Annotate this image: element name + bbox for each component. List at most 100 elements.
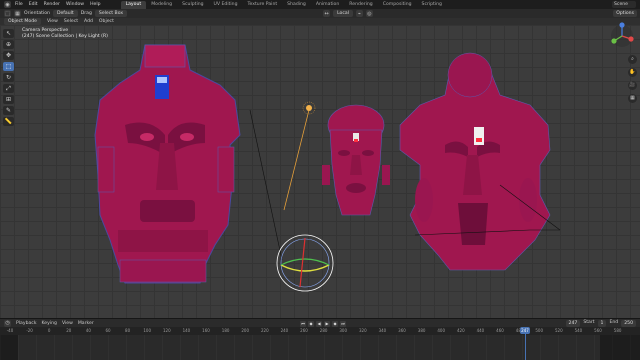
left-toolbar: ↖ ⊕ ✥ ⬚ ↻ ⤢ ⊞ ✎ 📏 <box>3 29 14 126</box>
tab-animation[interactable]: Animation <box>311 1 344 9</box>
main-menu: File Edit Render Window Help <box>15 2 101 7</box>
timeline-tick-label: 260 <box>300 328 308 333</box>
timeline-menu-keying[interactable]: Keying <box>42 321 57 326</box>
options-button[interactable]: Options <box>613 10 637 17</box>
scene-collection-label: (247) Scene Collection | Key Light (R) <box>22 34 108 39</box>
menu-help[interactable]: Help <box>90 2 100 7</box>
timeline-tick-label: 60 <box>105 328 111 333</box>
timeline-menu-view[interactable]: View <box>62 321 73 326</box>
next-key-icon[interactable]: ◆ <box>332 320 338 327</box>
grid-view-icon[interactable]: ▦ <box>628 94 637 103</box>
header-menu-add[interactable]: Add <box>84 19 93 24</box>
timeline-tick-label: 0 <box>47 328 51 333</box>
tab-rendering[interactable]: Rendering <box>344 1 377 9</box>
workspace-tabs: Layout Modeling Sculpting UV Editing Tex… <box>120 0 447 9</box>
menu-edit[interactable]: Edit <box>29 2 38 7</box>
scale-tool-icon[interactable]: ⤢ <box>3 84 14 93</box>
move-tool-icon[interactable]: ✥ <box>3 51 14 60</box>
play-icon[interactable]: ▶ <box>324 320 330 327</box>
timeline-tick-label: 40 <box>85 328 91 333</box>
timeline-tick-label: -40 <box>6 328 14 333</box>
timeline-tick-label: 580 <box>613 328 622 333</box>
drag-dropdown[interactable]: Select Box <box>94 10 128 17</box>
menu-render[interactable]: Render <box>44 2 60 7</box>
current-frame-indicator[interactable]: 247 <box>520 327 530 334</box>
cursor-tool-icon[interactable]: ↖ <box>3 29 14 38</box>
camera-view-icon[interactable]: 🎥 <box>628 81 637 90</box>
header-menu-select[interactable]: Select <box>64 19 78 24</box>
select-box-tool-icon[interactable]: ⬚ <box>3 62 14 71</box>
viewport-header: Object Mode View Select Add Object <box>0 18 640 25</box>
object-mode-dropdown[interactable]: Object Mode <box>4 18 41 25</box>
timeline-tick-label: 240 <box>280 328 289 333</box>
annotate-tool-icon[interactable]: ✎ <box>3 106 14 115</box>
tab-scripting[interactable]: Scripting <box>417 1 447 9</box>
tribal-mask-middle[interactable] <box>322 104 390 216</box>
header-menu-object[interactable]: Object <box>99 19 114 24</box>
timeline-tick-label: 160 <box>202 328 210 333</box>
mode-icon[interactable]: ▦ <box>14 10 21 17</box>
frame-fields: 247 Start 1 End 250 <box>565 320 636 327</box>
timeline-header: ◷ Playback Keying View Marker ⏮ ◆ ◀ ▶ ◆ … <box>0 318 640 327</box>
timeline-tick-label: 80 <box>125 328 131 333</box>
timeline-tick-label: 420 <box>456 328 465 333</box>
timeline-tick-label: 280 <box>319 328 328 333</box>
timeline-tick-label: 440 <box>476 328 485 333</box>
select-tool-icon[interactable]: ⬚ <box>4 10 11 17</box>
measure-tool-icon[interactable]: 📏 <box>3 117 14 126</box>
transform-icon[interactable]: ↔ <box>323 10 331 17</box>
timeline-tick-label: 400 <box>437 328 446 333</box>
tab-sculpting[interactable]: Sculpting <box>177 1 208 9</box>
timeline-tick-label: 520 <box>554 328 563 333</box>
navigation-gizmo[interactable] <box>609 22 635 50</box>
menu-window[interactable]: Window <box>66 2 84 7</box>
zoom-icon[interactable]: ⌕ <box>628 55 637 64</box>
tool-settings-bar: ⬚ ▦ Orientation Default Drag Select Box … <box>0 9 640 18</box>
timeline-tick-label: 140 <box>182 328 191 333</box>
timeline-tick-label: 20 <box>66 328 72 333</box>
orientation-dropdown[interactable]: Default <box>52 10 78 17</box>
rotate-gizmo[interactable] <box>276 234 334 292</box>
pivot-dropdown[interactable]: Local <box>333 10 353 17</box>
tab-layout[interactable]: Layout <box>120 0 147 9</box>
proportional-edit-icon[interactable]: ◎ <box>365 10 373 17</box>
jump-start-icon[interactable]: ⏮ <box>300 320 306 327</box>
scene-selector[interactable]: Scene <box>612 1 636 8</box>
start-label: Start <box>583 320 595 325</box>
snap-icon[interactable]: ⌁ <box>355 10 363 17</box>
timeline-body[interactable] <box>0 335 640 360</box>
timeline-ruler[interactable]: -40 -20 0 20 40 60 80 100 120 140 160 180 200 220 240 2… <box>0 327 640 335</box>
tab-compositing[interactable]: Compositing <box>378 1 417 9</box>
tribal-mask-right[interactable] <box>399 52 551 271</box>
tab-shading[interactable]: Shading <box>282 1 311 9</box>
play-reverse-icon[interactable]: ◀ <box>316 320 322 327</box>
rotate-tool-icon[interactable]: ↻ <box>3 73 14 82</box>
blender-logo-icon[interactable]: ◉ <box>4 1 11 8</box>
timeline-tick-label: 120 <box>162 328 171 333</box>
3d-cursor-icon[interactable]: ⊕ <box>3 40 14 49</box>
timeline-tick-label: 220 <box>260 328 269 333</box>
timeline-editor-icon[interactable]: ◷ <box>4 319 11 327</box>
timeline-menu-marker[interactable]: Marker <box>78 321 94 326</box>
menu-file[interactable]: File <box>15 2 23 7</box>
jump-end-icon[interactable]: ⏭ <box>340 320 346 327</box>
end-frame-field[interactable]: 250 <box>621 320 636 327</box>
tab-modeling[interactable]: Modeling <box>146 1 177 9</box>
timeline-tick-label: 200 <box>241 328 250 333</box>
prev-key-icon[interactable]: ◆ <box>308 320 314 327</box>
3d-viewport[interactable]: Camera Perspective (247) Scene Collectio… <box>0 25 640 318</box>
transform-tool-icon[interactable]: ⊞ <box>3 95 14 104</box>
pan-hand-icon[interactable]: ✋ <box>628 68 637 77</box>
tab-uv-editing[interactable]: UV Editing <box>209 1 243 9</box>
timeline-menu-playback[interactable]: Playback <box>16 321 37 326</box>
timeline-tick-label: 540 <box>574 328 583 333</box>
timeline-tick-label: 560 <box>594 328 602 333</box>
tab-texture-paint[interactable]: Texture Paint <box>243 1 283 9</box>
key-light[interactable] <box>283 101 316 211</box>
tribal-mask-left[interactable] <box>94 44 241 284</box>
header-menu-view[interactable]: View <box>47 19 58 24</box>
start-frame-field[interactable]: 1 <box>597 320 607 327</box>
timeline-tick-label: 460 <box>496 328 504 333</box>
current-frame-field[interactable]: 247 <box>565 320 581 327</box>
timeline-tick-label: 180 <box>221 328 230 333</box>
